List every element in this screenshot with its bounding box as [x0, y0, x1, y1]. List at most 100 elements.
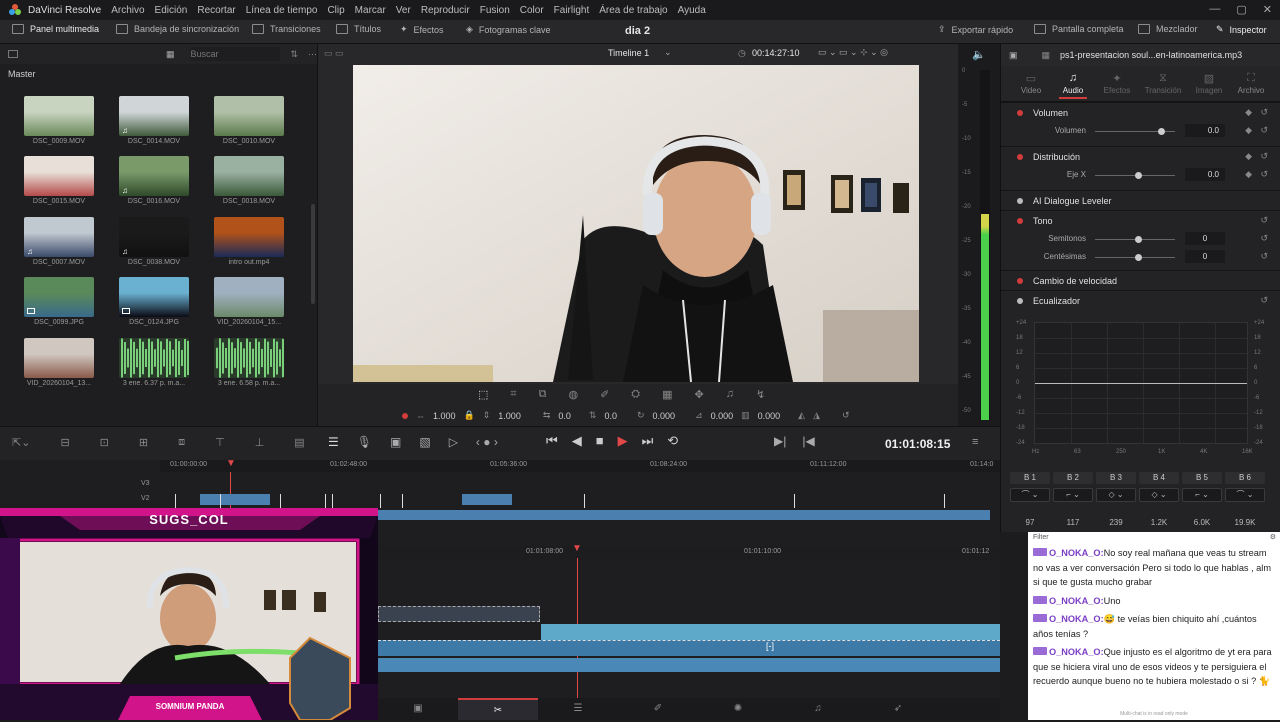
transform-tool-icon[interactable]: ⬚ — [478, 388, 488, 401]
pen-tool-icon[interactable]: ✐ — [600, 388, 609, 401]
page-edit[interactable]: ☰ — [538, 698, 618, 720]
eq-band-frequency[interactable]: 97 — [1010, 518, 1050, 527]
eq-section[interactable]: Ecualizador ↺ — [1001, 290, 1280, 310]
menu-ver[interactable]: Ver — [396, 5, 411, 16]
volume-value[interactable]: 0.0 — [1185, 124, 1225, 137]
transition-icon[interactable]: [-] — [766, 641, 774, 651]
eq-band-shape-select[interactable]: ⌐ ⌄ — [1182, 488, 1222, 502]
stabilize-icon[interactable]: ▦ — [662, 388, 672, 401]
media-clip[interactable]: DSC_0018.MOV — [214, 156, 284, 205]
keyframes-button[interactable]: ◈ Fotogramas clave — [466, 24, 550, 35]
program-monitor-frame[interactable] — [353, 65, 919, 382]
volume-section[interactable]: Volumen ◆ ↺ — [1001, 102, 1280, 122]
insert-clip-icon[interactable]: ⊟ — [60, 436, 69, 449]
pitch-enable-dot[interactable] — [1017, 218, 1023, 224]
media-clip[interactable]: ♫ DSC_0016.MOV — [119, 156, 189, 205]
timeline-options-icon[interactable]: ☰ — [328, 435, 339, 449]
page-cut[interactable]: ✂ — [458, 698, 538, 720]
pan-enable-dot[interactable] — [1017, 154, 1023, 160]
pos-x-value[interactable]: 0.0 — [558, 411, 571, 421]
tracker-icon[interactable]: ✥ — [695, 388, 704, 401]
media-clip[interactable]: 3 ene. 6.58 p. m.a... — [214, 338, 284, 387]
v2-clip[interactable] — [220, 494, 270, 505]
timeline-name[interactable]: Timeline 1 — [608, 48, 649, 58]
leveler-section[interactable]: AI Dialogue Leveler — [1001, 190, 1280, 210]
flip-v-icon[interactable]: ◮ — [813, 410, 820, 421]
sidebar-toggle-icon[interactable] — [8, 50, 18, 58]
eq-band-shape-select[interactable]: ◇ ⌄ — [1096, 488, 1136, 502]
closeup-icon[interactable]: ▧ — [419, 435, 430, 449]
multicam-icon[interactable]: ▣ — [390, 435, 401, 449]
ripple-overwrite-icon[interactable]: ⊥ — [255, 436, 265, 449]
overwrite-clip-icon[interactable]: ⊡ — [100, 436, 109, 449]
eq-band-shape-select[interactable]: ⌒ ⌄ — [1225, 488, 1265, 502]
page-fairlight[interactable]: ♫ — [778, 698, 858, 720]
semitones-reset-icon[interactable]: ↺ — [1260, 233, 1268, 244]
tab-efectos[interactable]: ✦ Efectos — [1097, 72, 1137, 95]
pitch-reset-icon[interactable]: ↺ — [1260, 215, 1268, 226]
prev-marker-icon[interactable]: ‹ ● › — [476, 435, 498, 449]
pan-row-keyframe-icon[interactable]: ◆ — [1245, 169, 1252, 180]
close-icon[interactable]: ✕ — [1263, 3, 1272, 16]
audio-tool-icon[interactable]: ♫ — [726, 388, 734, 401]
smart-reframe-icon[interactable]: ⛭ — [631, 388, 640, 401]
semitones-knob[interactable] — [1135, 236, 1142, 243]
go-to-start-icon[interactable]: ⏮ — [546, 433, 558, 449]
volume-keyframe-icon[interactable]: ◆ — [1245, 125, 1252, 136]
crop-tool-icon[interactable]: ⌗ — [510, 388, 516, 401]
speed-section[interactable]: Cambio de velocidad — [1001, 270, 1280, 290]
pitch-section[interactable]: Tono ↺ — [1001, 210, 1280, 230]
page-color[interactable]: ✺ — [698, 698, 778, 720]
audio-clip[interactable] — [378, 658, 1000, 672]
app-name[interactable]: DaVinci Resolve — [28, 5, 101, 16]
replace-clip-icon[interactable]: ⊞ — [139, 436, 148, 449]
play-icon[interactable]: ▶ — [618, 433, 628, 449]
menu-fusion[interactable]: Fusion — [480, 5, 510, 16]
v2-clip[interactable] — [462, 494, 512, 505]
media-clip[interactable]: ♫ DSC_0014.MOV — [119, 96, 189, 145]
menu-color[interactable]: Color — [520, 5, 544, 16]
fullscreen-button[interactable]: Pantalla completa — [1034, 24, 1124, 34]
menu-marcar[interactable]: Marcar — [355, 5, 386, 16]
bin-master[interactable]: Master — [0, 64, 317, 84]
transport-menu-icon[interactable]: ≡ — [972, 436, 978, 448]
tab-imagen[interactable]: ▨ Imagen — [1189, 72, 1229, 95]
page-media[interactable]: ▣ — [378, 698, 458, 720]
timeline-dropdown-icon[interactable]: ⌄ — [664, 47, 672, 58]
volume-enable-dot[interactable] — [1017, 110, 1023, 116]
menu-reproducir[interactable]: Reproducir — [421, 5, 470, 16]
speaker-icon[interactable]: 🔈 — [972, 48, 986, 61]
volume-slider-knob[interactable] — [1158, 128, 1165, 135]
eq-band[interactable]: B 5 ⌐ ⌄ 6.0K — [1182, 472, 1222, 527]
record-timecode[interactable]: 01:01:08:15 — [885, 437, 950, 451]
playhead-marker-icon[interactable]: ▼ — [226, 458, 236, 469]
tab-transicion[interactable]: ⧖ Transición — [1143, 72, 1183, 95]
media-clip[interactable]: ♫ DSC_0038.MOV — [119, 217, 189, 266]
chat-settings-icon[interactable]: ⚙ — [1270, 533, 1276, 541]
append-icon[interactable]: ▤ — [294, 436, 304, 449]
speed-enable-dot[interactable] — [1017, 278, 1023, 284]
link-icon[interactable]: 🔒 — [464, 410, 475, 421]
menu-recortar[interactable]: Recortar — [197, 5, 235, 16]
mark-out-icon[interactable]: ▶| — [774, 434, 786, 448]
page-fusion[interactable]: ✐ — [618, 698, 698, 720]
cents-knob[interactable] — [1135, 254, 1142, 261]
chat-username[interactable]: O_NOKA_O: — [1049, 647, 1104, 657]
grid-view-icon[interactable]: ▦ — [166, 49, 175, 60]
tab-audio[interactable]: ♫ Audio — [1053, 72, 1093, 99]
mark-in-icon[interactable]: |◀ — [802, 434, 814, 448]
cents-value[interactable]: 0 — [1185, 250, 1225, 263]
pan-reset-icon[interactable]: ↺ — [1260, 151, 1268, 162]
eq-band[interactable]: B 1 ⌒ ⌄ 97 — [1010, 472, 1050, 527]
eq-band[interactable]: B 2 ⌐ ⌄ 117 — [1053, 472, 1093, 527]
voiceover-icon[interactable]: 🎙 — [357, 435, 372, 449]
audio-clip[interactable] — [378, 640, 1000, 656]
menu-linea-de-tiempo[interactable]: Línea de tiempo — [246, 5, 318, 16]
menu-fairlight[interactable]: Fairlight — [554, 5, 590, 16]
timeline-ruler-lower[interactable]: 01:01:08:00 01:01:10:00 01:01:12 ▼ — [378, 543, 1000, 560]
dynamic-zoom-icon[interactable]: ⧉ — [539, 388, 547, 401]
title-clip[interactable] — [378, 606, 540, 622]
crop-a-value[interactable]: 0.000 — [711, 411, 734, 421]
select-mode-icon[interactable]: ⇱⌄ — [12, 436, 30, 449]
page-deliver[interactable]: ➶ — [858, 698, 938, 720]
